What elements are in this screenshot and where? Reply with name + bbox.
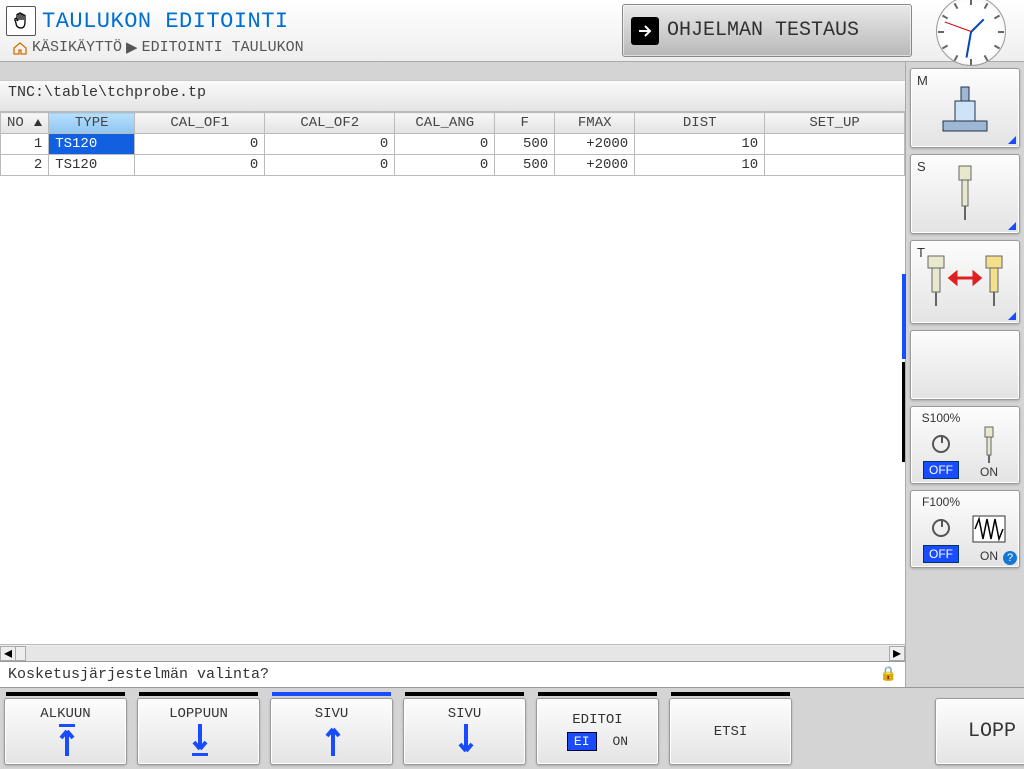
sidebar-s-panel[interactable]: S	[910, 154, 1020, 234]
breadcrumb-item[interactable]: KÄSIKÄYTTÖ	[32, 39, 122, 56]
sk-label: ETSI	[714, 724, 748, 740]
s-on-label[interactable]: ON	[980, 465, 998, 479]
arrow-up-bar-icon	[57, 723, 75, 757]
softkey-lopp[interactable]: LOPP	[935, 698, 1024, 765]
col-no[interactable]: NO	[1, 113, 49, 134]
panel-label: T	[917, 245, 925, 260]
title-block: TAULUKON EDITOINTI KÄSIKÄYTTÖ ▶ EDITOINT…	[0, 0, 622, 61]
col-calof1[interactable]: CAL_OF1	[135, 113, 265, 134]
panel-label: S	[917, 159, 926, 174]
panel-label: M	[917, 73, 928, 88]
softkey-loppuun[interactable]: LOPPUUN	[137, 698, 260, 765]
scroll-track[interactable]	[26, 646, 889, 661]
f-off-value[interactable]: OFF	[923, 545, 959, 563]
softkey-etsi[interactable]: ETSI	[669, 698, 792, 765]
sidebar-marker-blue	[902, 274, 906, 359]
scroll-thumb[interactable]	[16, 646, 26, 661]
s-off-value[interactable]: OFF	[923, 461, 959, 479]
data-table[interactable]: NO TYPE CAL_OF1 CAL_OF2 CAL_ANG F FMAX D…	[0, 112, 905, 176]
spindle-small-icon	[977, 426, 1001, 464]
sidebar-s100-panel[interactable]: S100% OFF ON	[910, 406, 1020, 484]
expand-icon	[1008, 136, 1016, 144]
dial-icon	[932, 519, 950, 537]
sidebar-marker-black	[902, 362, 905, 462]
status-bar: Kosketusjärjestelmän valinta? 🔒	[0, 661, 905, 687]
expand-icon	[1008, 312, 1016, 320]
page-title: TAULUKON EDITOINTI	[42, 9, 289, 34]
horizontal-scrollbar[interactable]: ◂ ▸	[0, 644, 905, 661]
sidebar-t-panel[interactable]: T	[910, 240, 1020, 324]
file-path: TNC:\table\tchprobe.tp	[0, 80, 905, 112]
swap-icon	[631, 17, 659, 45]
expand-icon	[1008, 222, 1016, 230]
scroll-left-icon[interactable]: ◂	[0, 646, 16, 661]
s100-label: S100%	[922, 411, 961, 425]
spindle-icon	[945, 164, 985, 224]
chevron-right-icon: ▶	[126, 38, 138, 57]
col-setup[interactable]: SET_UP	[765, 113, 905, 134]
sidebar: M S T	[906, 62, 1024, 687]
sidebar-m-panel[interactable]: M	[910, 68, 1020, 148]
main-area: TNC:\table\tchprobe.tp NO TYPE CAL_OF1 C…	[0, 62, 1024, 687]
arrow-down-icon	[456, 723, 474, 757]
sk-label: SIVU	[315, 706, 349, 722]
help-icon[interactable]: ?	[1003, 551, 1017, 565]
toggle-off[interactable]: EI	[567, 732, 597, 751]
toggle-on[interactable]: ON	[613, 734, 629, 749]
status-text: Kosketusjärjestelmän valinta?	[8, 666, 269, 683]
sk-label: LOPPUUN	[169, 706, 228, 722]
sk-label: SIVU	[448, 706, 482, 722]
tool-swap-icon	[920, 252, 1010, 312]
softkey-bar: ALKUUN LOPPUUN SIVU SIVU EDITOI EI ON	[0, 687, 1024, 769]
col-dist[interactable]: DIST	[635, 113, 765, 134]
sidebar-blank-panel[interactable]	[910, 330, 1020, 400]
sk-label: EDITOI	[572, 712, 622, 728]
mode-label: OHJELMAN TESTAUS	[667, 19, 859, 42]
softkey-alkuun[interactable]: ALKUUN	[4, 698, 127, 765]
softkey-editoi[interactable]: EDITOI EI ON	[536, 698, 659, 765]
col-type[interactable]: TYPE	[49, 113, 135, 134]
feedrate-wave-icon	[972, 515, 1006, 543]
col-fmax[interactable]: FMAX	[555, 113, 635, 134]
machine-icon	[935, 81, 995, 135]
softkey-sivu-up[interactable]: SIVU	[270, 698, 393, 765]
table-panel: TNC:\table\tchprobe.tp NO TYPE CAL_OF1 C…	[0, 62, 906, 687]
table-header-row[interactable]: NO TYPE CAL_OF1 CAL_OF2 CAL_ANG F FMAX D…	[1, 113, 905, 134]
col-calang[interactable]: CAL_ANG	[395, 113, 495, 134]
dial-icon	[932, 435, 950, 453]
sk-label: ALKUUN	[40, 706, 90, 722]
col-calof2[interactable]: CAL_OF2	[265, 113, 395, 134]
table-row[interactable]: 1 TS120 0 0 0 500 +2000 10	[1, 134, 905, 155]
clock-area	[918, 0, 1024, 61]
softkey-sivu-down[interactable]: SIVU	[403, 698, 526, 765]
f-on-label[interactable]: ON	[980, 549, 998, 563]
breadcrumb: KÄSIKÄYTTÖ ▶ EDITOINTI TAULUKON	[6, 38, 614, 57]
manual-mode-icon[interactable]	[6, 6, 36, 36]
arrow-down-bar-icon	[190, 723, 208, 757]
sort-asc-icon	[34, 119, 42, 126]
sidebar-f100-panel[interactable]: F100% OFF ON ?	[910, 490, 1020, 568]
edit-toggle[interactable]: EI ON	[567, 732, 628, 751]
home-icon[interactable]	[12, 41, 28, 55]
breadcrumb-item[interactable]: EDITOINTI TAULUKON	[142, 39, 304, 56]
lock-icon: 🔒	[880, 666, 897, 683]
header-bar: TAULUKON EDITOINTI KÄSIKÄYTTÖ ▶ EDITOINT…	[0, 0, 1024, 62]
clock-icon	[936, 0, 1006, 66]
table-row[interactable]: 2 TS120 0 0 0 500 +2000 10	[1, 155, 905, 176]
f100-label: F100%	[922, 495, 960, 509]
arrow-up-icon	[323, 723, 341, 757]
scroll-right-icon[interactable]: ▸	[889, 646, 905, 661]
col-f[interactable]: F	[495, 113, 555, 134]
table-wrap[interactable]: NO TYPE CAL_OF1 CAL_OF2 CAL_ANG F FMAX D…	[0, 112, 905, 644]
program-test-button[interactable]: OHJELMAN TESTAUS	[622, 4, 912, 57]
sk-label: LOPP	[968, 720, 1016, 743]
